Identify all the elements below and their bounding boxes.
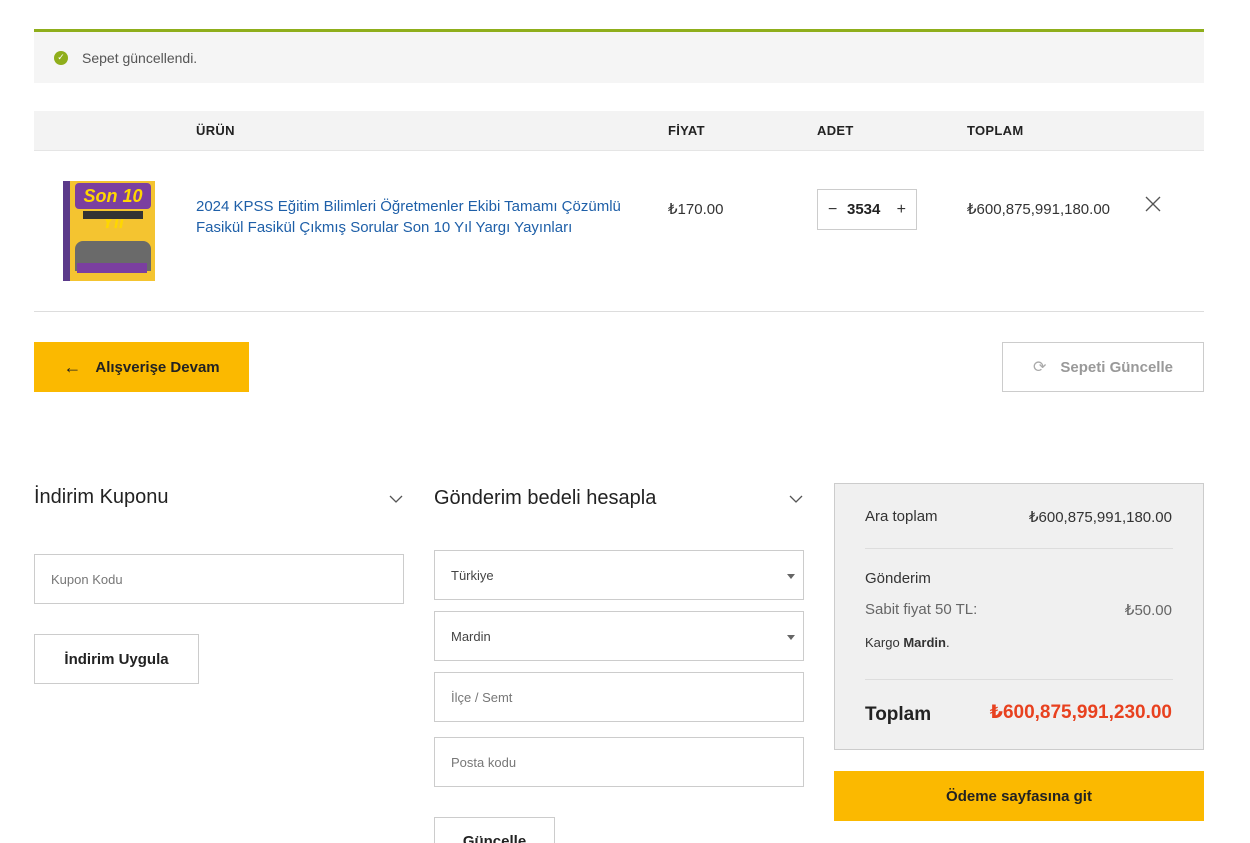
header-total: TOPLAM [967,123,1024,138]
postcode-field[interactable] [434,737,804,787]
country-select[interactable]: Türkiye [434,550,804,600]
flat-rate-value: ₺50.00 [1124,602,1172,619]
cart-updated-notice: ✓ Sepet güncellendi. [34,29,1204,83]
refresh-icon: ⟳ [1033,359,1047,376]
coupon-title: İndirim Kuponu [34,486,169,508]
header-quantity: ADET [817,123,854,138]
shipping-update-button[interactable]: Güncelle [434,817,555,843]
cart-table-header: ÜRÜN FİYAT ADET TOPLAM [34,111,1204,151]
city-select[interactable]: Mardin [434,611,804,661]
table-row: Son 10 Yıl 2024 KPSS Eğitim Bilimleri Öğ… [34,151,1204,312]
subtotal-label: Ara toplam [865,508,938,525]
book-band [83,211,143,219]
quantity-stepper[interactable]: − 3534 + [817,189,917,230]
book-spine [63,181,70,281]
continue-shopping-label: Alışverişe Devam [95,358,220,376]
caret-down-icon [787,635,795,640]
caret-down-icon [787,574,795,579]
city-value: Mardin [451,628,491,644]
district-input[interactable] [451,689,803,705]
cargo-suffix: . [945,635,950,650]
country-value: Türkiye [451,567,494,583]
qty-minus-button[interactable]: − [828,201,837,219]
product-link[interactable]: 2024 KPSS Eğitim Bilimleri Öğretmenler E… [196,196,636,238]
grand-total-value: ₺600,875,991,230.00 [989,702,1172,723]
header-price: FİYAT [668,123,705,138]
notice-message: Sepet güncellendi. [82,49,198,66]
shipping-calc-title: Gönderim bedeli hesapla [434,487,657,509]
shipping-label: Gönderim [865,570,931,587]
divider [865,548,1173,549]
continue-shopping-button[interactable]: ← Alışverişe Devam [34,342,249,392]
postcode-input[interactable] [451,754,803,770]
cargo-prefix: Kargo [865,635,900,650]
subtotal-value: ₺600,875,991,180.00 [1028,509,1172,526]
flat-rate-label: Sabit fiyat 50 TL: [865,601,978,618]
arrow-left-icon: ← [63,356,82,377]
header-product: ÜRÜN [196,123,235,138]
thumbnail-title: Son 10 Yıl [75,183,151,232]
cargo-destination: Kargo Mardin. [865,635,950,650]
apply-coupon-button[interactable]: İndirim Uygula [34,634,199,684]
district-field[interactable] [434,672,804,722]
qty-plus-button[interactable]: + [897,201,906,219]
chevron-down-icon[interactable] [389,494,403,504]
product-price: ₺170.00 [668,201,724,218]
update-cart-label: Sepeti Güncelle [1060,358,1173,376]
divider [865,679,1173,680]
chevron-down-icon[interactable] [789,494,803,504]
cart-totals: Ara toplam ₺600,875,991,180.00 Gönderim … [834,483,1204,750]
grand-total-label: Toplam [865,704,932,725]
close-icon[interactable] [1144,195,1162,213]
row-total: ₺600,875,991,180.00 [967,201,1111,218]
product-thumbnail[interactable]: Son 10 Yıl [63,181,155,281]
checkout-button[interactable]: Ödeme sayfasına git [834,771,1204,821]
book-band-bottom [77,263,147,273]
check-circle-icon: ✓ [54,50,68,65]
update-cart-button[interactable]: ⟳ Sepeti Güncelle [1002,342,1204,392]
quantity-input[interactable]: 3534 [847,201,887,218]
cargo-city: Mardin [903,635,946,650]
coupon-code-input[interactable] [34,554,404,604]
